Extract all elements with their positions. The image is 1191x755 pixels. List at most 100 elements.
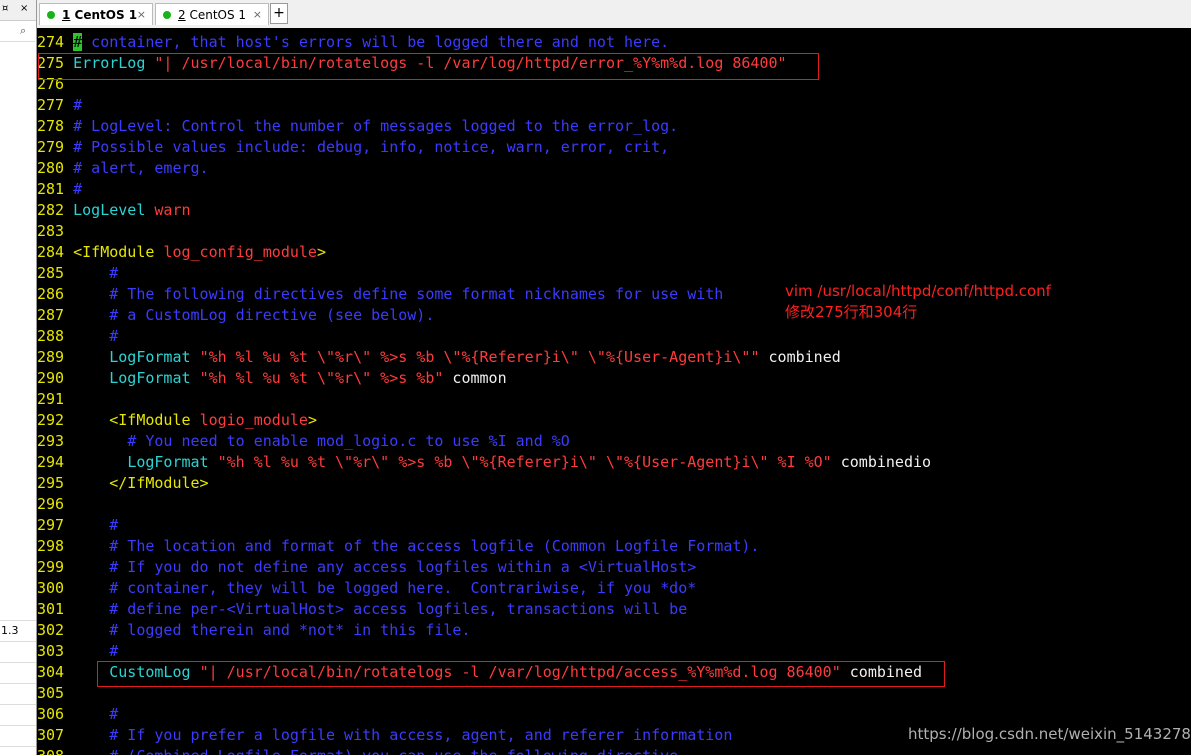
terminal-line: 280 # alert, emerg. bbox=[37, 158, 209, 179]
session-list-item[interactable] bbox=[0, 705, 36, 726]
terminal-line: 293 # You need to enable mod_logio.c to … bbox=[37, 431, 570, 452]
code-token: # container, they will be logged here. C… bbox=[109, 579, 697, 597]
pin-icon[interactable]: ¤ bbox=[2, 3, 8, 14]
terminal-line: 290 LogFormat "%h %l %u %t \"%r\" %>s %b… bbox=[37, 368, 507, 389]
terminal-view[interactable]: 274 # container, that host's errors will… bbox=[37, 28, 1191, 755]
code-token: warn bbox=[154, 201, 191, 219]
terminal-line: 305 bbox=[37, 683, 73, 704]
code-token: # LogLevel: Control the number of messag… bbox=[73, 117, 679, 135]
tab-centos-1[interactable]: 1 CentOS 1 × bbox=[39, 3, 153, 25]
panel-search-input[interactable]: ⌕ bbox=[0, 21, 35, 42]
session-list-item[interactable]: 1.3 bbox=[0, 621, 36, 642]
code-token: LogLevel bbox=[73, 201, 146, 219]
tab-label: 2 CentOS 1 bbox=[178, 8, 247, 22]
session-list-item[interactable] bbox=[0, 663, 36, 684]
code-token: # define per-<VirtualHost> access logfil… bbox=[109, 600, 688, 618]
line-number: 306 bbox=[37, 705, 74, 723]
code-token: > bbox=[316, 243, 326, 261]
close-icon[interactable]: × bbox=[20, 3, 28, 14]
line-number: 304 bbox=[37, 663, 74, 681]
session-list-item[interactable] bbox=[0, 600, 36, 621]
terminal-line: 295 </IfModule> bbox=[37, 473, 209, 494]
line-number: 307 bbox=[37, 726, 74, 744]
line-number: 300 bbox=[37, 579, 74, 597]
code-token: # bbox=[73, 180, 83, 198]
search-icon[interactable]: ⌕ bbox=[20, 24, 26, 38]
terminal-line: 301 # define per-<VirtualHost> access lo… bbox=[37, 599, 687, 620]
code-token: "%h %l %u %t \"%r\" %>s %b \"%{Referer}i… bbox=[199, 348, 760, 366]
line-number: 301 bbox=[37, 600, 74, 618]
annotation-command: vim /usr/local/httpd/conf/httpd.conf bbox=[785, 282, 1051, 300]
line-number: 288 bbox=[37, 327, 74, 345]
close-tab-icon[interactable]: × bbox=[253, 4, 262, 26]
line-number: 295 bbox=[37, 474, 74, 492]
line-number: 299 bbox=[37, 558, 74, 576]
code-token: logio_module bbox=[199, 411, 308, 429]
line-number: 283 bbox=[37, 222, 74, 240]
cursor: # bbox=[73, 33, 83, 51]
add-tab-button[interactable]: + bbox=[270, 3, 288, 24]
terminal-line: 281 # bbox=[37, 179, 82, 200]
line-number: 280 bbox=[37, 159, 74, 177]
line-number: 298 bbox=[37, 537, 74, 555]
terminal-line: 297 # bbox=[37, 515, 118, 536]
highlight-box-line-275 bbox=[38, 53, 819, 80]
line-number: 286 bbox=[37, 285, 74, 303]
highlight-box-line-304 bbox=[97, 661, 945, 687]
connected-status-icon bbox=[47, 11, 55, 19]
code-token: # The location and format of the access … bbox=[109, 537, 760, 555]
close-tab-icon[interactable]: × bbox=[137, 4, 146, 26]
code-token: container, that host's errors will be lo… bbox=[82, 33, 670, 51]
code-token: LogFormat bbox=[109, 348, 191, 366]
terminal-line: 278 # LogLevel: Control the number of me… bbox=[37, 116, 678, 137]
code-token: # bbox=[109, 264, 119, 282]
tab-centos-2[interactable]: 2 CentOS 1 × bbox=[155, 3, 269, 25]
line-number: 297 bbox=[37, 516, 74, 534]
line-number: 305 bbox=[37, 684, 74, 702]
line-number: 277 bbox=[37, 96, 74, 114]
code-token: # bbox=[109, 642, 119, 660]
terminal-line: 291 bbox=[37, 389, 73, 410]
code-token: # a CustomLog directive (see below). bbox=[109, 306, 435, 324]
code-token: combined bbox=[759, 348, 841, 366]
line-number: 302 bbox=[37, 621, 74, 639]
watermark: https://blog.csdn.net/weixin_51432789 bbox=[908, 725, 1191, 743]
line-number: 289 bbox=[37, 348, 74, 366]
line-number: 294 bbox=[37, 453, 74, 471]
terminal-line: 274 # container, that host's errors will… bbox=[37, 32, 669, 53]
line-number: 285 bbox=[37, 264, 74, 282]
terminal-line: 299 # If you do not define any access lo… bbox=[37, 557, 696, 578]
session-list: 1.3 bbox=[0, 600, 36, 747]
line-number: 284 bbox=[37, 243, 74, 261]
tab-label: 1 CentOS 1 bbox=[62, 8, 138, 22]
session-list-item[interactable] bbox=[0, 642, 36, 663]
code-token: "%h %l %u %t \"%r\" %>s %b \"%{Referer}i… bbox=[217, 453, 832, 471]
annotation-note: 修改275行和304行 bbox=[785, 303, 918, 321]
session-list-item[interactable] bbox=[0, 684, 36, 705]
code-token: "%h %l %u %t \"%r\" %>s %b" bbox=[199, 369, 444, 387]
code-token: # bbox=[109, 705, 119, 723]
line-number: 282 bbox=[37, 201, 74, 219]
terminal-line: 289 LogFormat "%h %l %u %t \"%r\" %>s %b… bbox=[37, 347, 841, 368]
line-number: 281 bbox=[37, 180, 74, 198]
session-manager-panel: ¤ × ⌕ 1.3 bbox=[0, 0, 36, 755]
code-token: # bbox=[109, 516, 119, 534]
session-list-item[interactable] bbox=[0, 726, 36, 747]
line-number: 291 bbox=[37, 390, 74, 408]
line-number: 293 bbox=[37, 432, 74, 450]
